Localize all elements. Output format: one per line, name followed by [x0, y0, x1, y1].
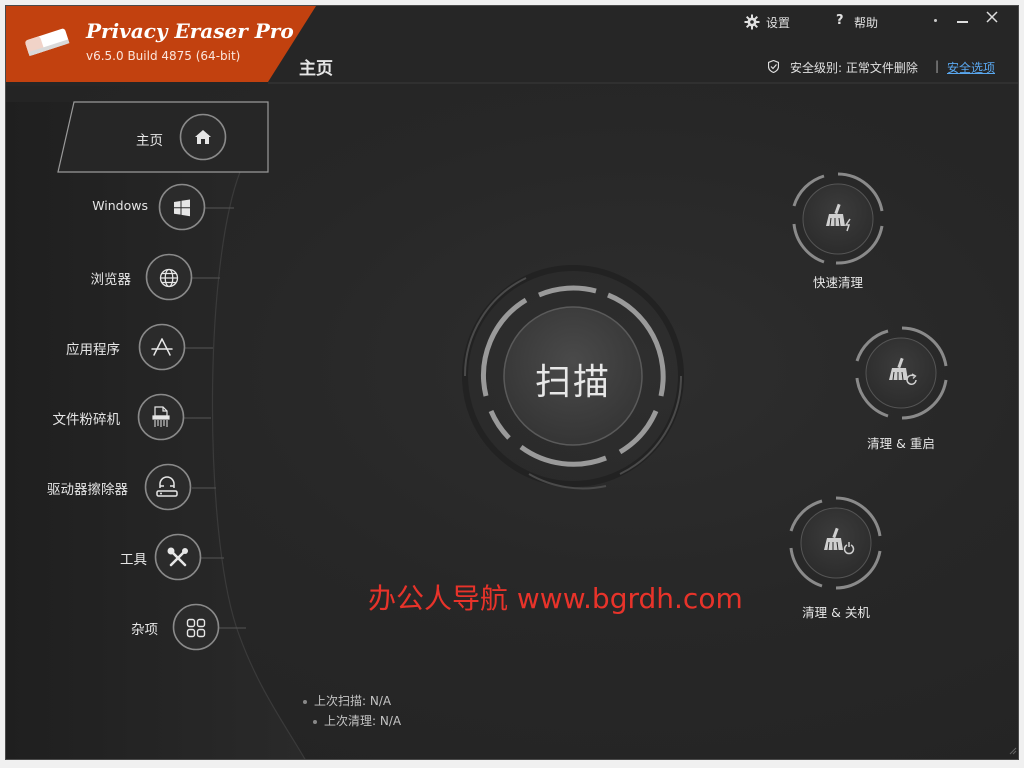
app-title: Privacy Eraser Pro [86, 19, 294, 43]
quick-clean-label: 快速清理 [812, 275, 863, 290]
watermark-text: 办公人导航 www.bgrdh.com [368, 582, 743, 615]
shredder-icon [152, 406, 170, 427]
security-level-text: 安全级别: 正常文件删除 [790, 61, 918, 75]
last-scan-text: 上次扫描: N/A [314, 694, 392, 708]
eraser-logo-icon [25, 28, 70, 57]
drive-wiper-icon [156, 476, 178, 497]
help-label: 帮助 [854, 16, 879, 30]
sidebar-item-misc[interactable]: 杂项 [86, 604, 252, 650]
sidebar-item-tools[interactable]: 工具 [66, 534, 232, 580]
resize-grip[interactable] [1004, 744, 1018, 758]
last-clean-text: 上次清理: N/A [324, 714, 402, 728]
bullet-icon [303, 699, 307, 704]
sidebar-item-label: 杂项 [131, 622, 158, 638]
clean-shutdown-label: 清理 & 关机 [802, 605, 870, 620]
broom-power-icon [824, 527, 855, 555]
security-options-link[interactable]: 安全选项 [947, 59, 995, 76]
home-icon [195, 130, 211, 144]
last-clean-status: 上次清理: N/A [313, 712, 401, 729]
last-scan-status: 上次扫描: N/A [303, 692, 391, 709]
windows-icon [174, 199, 190, 217]
close-button[interactable] [983, 8, 1001, 26]
help-button[interactable]: ? 帮助 [834, 11, 894, 33]
sidebar-item-label: 应用程序 [66, 342, 120, 358]
globe-icon [159, 268, 179, 288]
page-title: 主页 [299, 59, 333, 79]
app-version: v6.5.0 Build 4875 (64-bit) [86, 49, 241, 63]
app-window: Privacy Eraser Pro v6.5.0 Build 4875 (64… [5, 5, 1019, 760]
broom-restart-icon [889, 357, 917, 385]
bullet-icon [313, 719, 317, 724]
sidebar-item-label: 驱动器擦除器 [47, 482, 128, 498]
shield-icon [768, 60, 779, 73]
gear-icon [744, 14, 760, 30]
sidebar-item-browser[interactable]: 浏览器 [46, 254, 222, 300]
minimize-icon [957, 21, 968, 23]
clean-restart-button[interactable] [866, 338, 936, 408]
sidebar-item-label: Windows [92, 198, 148, 213]
menu-dot-button[interactable] [926, 12, 944, 28]
close-icon [986, 11, 998, 23]
quick-clean-button[interactable] [803, 184, 873, 254]
settings-button[interactable]: 设置 [744, 11, 804, 33]
broom-bolt-icon [826, 203, 851, 232]
sidebar-item-file-shredder[interactable]: 文件粉碎机 [36, 394, 212, 440]
sidebar-item-label: 工具 [120, 552, 147, 568]
sidebar-item-applications[interactable]: 应用程序 [36, 324, 212, 370]
header-separator: | [935, 59, 940, 73]
sidebar-item-home[interactable]: 主页 [66, 106, 266, 168]
sidebar-item-label: 文件粉碎机 [52, 412, 121, 428]
sidebar-item-windows[interactable]: Windows [46, 184, 236, 230]
minimize-button[interactable] [954, 12, 972, 28]
sidebar-item-drive-wiper[interactable]: 驱动器擦除器 [36, 464, 222, 510]
scan-label: 扫描 [534, 362, 611, 403]
question-icon: ? [836, 13, 844, 28]
tools-icon [167, 547, 188, 567]
dot-icon [934, 19, 937, 22]
scan-button[interactable]: 扫描 [504, 307, 642, 445]
clean-restart-label: 清理 & 重启 [867, 436, 935, 451]
sidebar-item-label: 浏览器 [90, 272, 132, 288]
clean-shutdown-button[interactable] [801, 508, 871, 578]
grid-icon [186, 618, 206, 638]
settings-label: 设置 [766, 16, 791, 30]
sidebar-item-label: 主页 [136, 133, 163, 149]
app-store-icon [151, 338, 173, 356]
